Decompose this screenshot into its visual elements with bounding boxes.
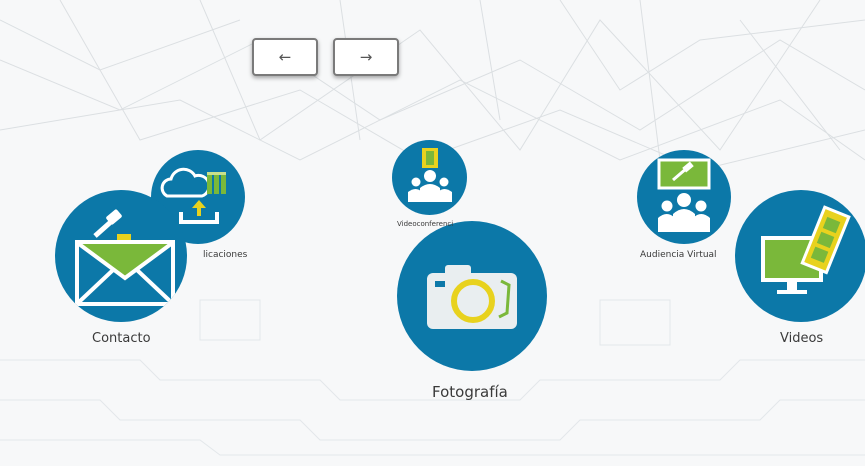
carousel-item-fotografia[interactable] bbox=[397, 221, 547, 371]
carousel-item-videos[interactable] bbox=[735, 190, 865, 322]
next-button[interactable]: → bbox=[333, 38, 399, 76]
carousel-item-label: licaciones bbox=[203, 250, 248, 260]
videoconference-icon bbox=[408, 148, 452, 202]
virtual-hearing-icon bbox=[657, 158, 711, 232]
carousel-item-contacto[interactable] bbox=[55, 190, 187, 322]
envelope-gavel-icon bbox=[75, 209, 175, 306]
arrow-right-icon: → bbox=[359, 48, 373, 66]
previous-button[interactable]: ← bbox=[252, 38, 318, 76]
carousel-item-audiencia-virtual[interactable] bbox=[637, 150, 731, 244]
carousel-item-label: Videos bbox=[780, 331, 824, 346]
carousel-item-label: Contacto bbox=[92, 331, 151, 346]
carousel-item-label: Audiencia Virtual bbox=[640, 250, 717, 260]
camera-icon bbox=[427, 265, 517, 329]
carousel-item-videoconferencia[interactable] bbox=[392, 140, 467, 215]
carousel-item-label: Videoconferenci bbox=[397, 220, 454, 228]
carousel-item-label: Fotografía bbox=[432, 383, 508, 401]
monitor-film-icon bbox=[761, 205, 851, 294]
arrow-left-icon: ← bbox=[278, 48, 292, 66]
